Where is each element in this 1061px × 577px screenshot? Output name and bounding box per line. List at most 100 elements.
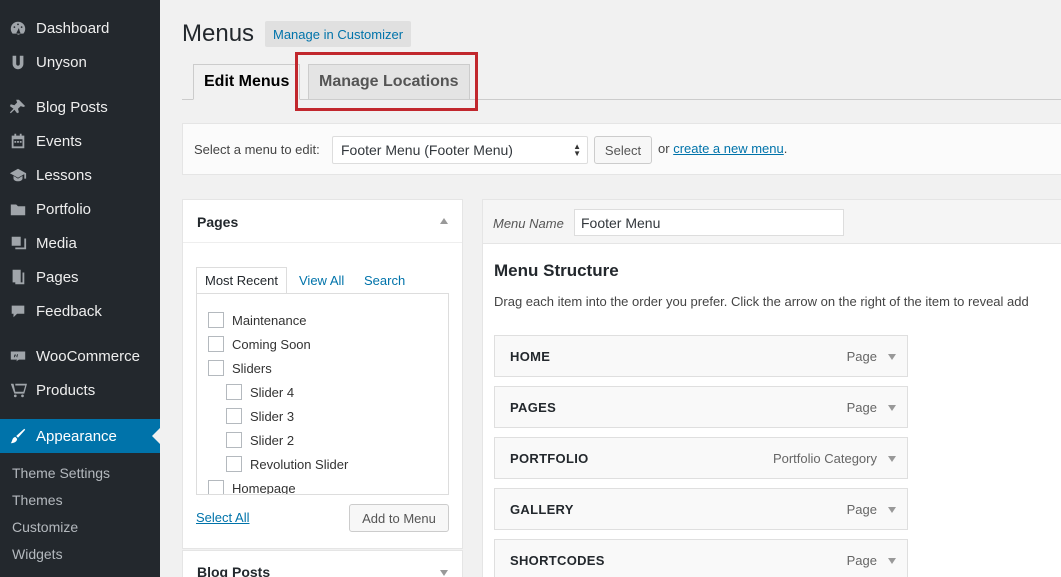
menu-item[interactable]: PORTFOLIO Portfolio Category [494, 437, 908, 479]
select-button[interactable]: Select [594, 136, 652, 164]
expand-arrow-icon[interactable] [888, 456, 896, 462]
list-item-label: Coming Soon [232, 336, 311, 352]
calendar-icon [0, 124, 36, 158]
select-all-link[interactable]: Select All [196, 510, 249, 525]
submenu-customize[interactable]: Customize [12, 519, 78, 535]
tab-most-recent[interactable]: Most Recent [196, 267, 287, 294]
menu-structure-description: Drag each item into the order you prefer… [494, 294, 1029, 309]
create-new-menu-link[interactable]: create a new menu [673, 141, 784, 156]
checkbox[interactable] [208, 360, 224, 376]
checkbox[interactable] [226, 408, 242, 424]
sidebar-item-label: Dashboard [36, 19, 110, 37]
tab-edit-menus[interactable]: Edit Menus [193, 64, 301, 100]
menu-item-title: SHORTCODES [510, 553, 605, 568]
manage-in-customizer-button[interactable]: Manage in Customizer [265, 21, 412, 47]
sidebar-item-label: Lessons [36, 166, 92, 184]
menu-item-type: Page [846, 553, 877, 568]
period: . [783, 141, 788, 156]
checkbox[interactable] [226, 456, 242, 472]
list-item[interactable]: Maintenance [208, 310, 306, 330]
submenu-widgets[interactable]: Widgets [12, 546, 63, 562]
list-item[interactable]: Slider 4 [226, 382, 294, 402]
media-icon [0, 226, 36, 260]
list-item[interactable]: Slider 3 [226, 406, 294, 426]
menu-structure-title: Menu Structure [494, 261, 619, 280]
menu-name-input[interactable]: Footer Menu [574, 209, 844, 236]
sidebar-item-pages[interactable]: Pages [0, 260, 160, 294]
sidebar-item-label: Feedback [36, 302, 102, 320]
sidebar-item-label: Blog Posts [36, 98, 108, 116]
checkbox[interactable] [208, 312, 224, 328]
pin-icon [0, 90, 36, 124]
sidebar-item-products[interactable]: Products [0, 373, 160, 407]
sidebar-item-woocommerce[interactable]: WooCommerce [0, 339, 160, 373]
list-item[interactable]: Homepage [208, 478, 296, 494]
select-menu-label: Select a menu to edit: [194, 142, 320, 157]
checkbox[interactable] [226, 384, 242, 400]
submenu-themes[interactable]: Themes [12, 492, 63, 508]
tab-view-all[interactable]: View All [299, 267, 344, 294]
cart-icon [0, 373, 36, 407]
paintbrush-icon [0, 419, 36, 453]
blog-posts-panel[interactable]: Blog Posts [182, 550, 463, 577]
expand-arrow-icon[interactable] [888, 405, 896, 411]
sidebar-item-feedback[interactable]: Feedback [0, 294, 160, 328]
menu-select-dropdown[interactable]: Footer Menu (Footer Menu) ▲ ▼ [332, 136, 588, 164]
list-item[interactable]: Revolution Slider [226, 454, 348, 474]
menu-item-title: PAGES [510, 400, 557, 415]
sidebar-item-lessons[interactable]: Lessons [0, 158, 160, 192]
updown-arrows-icon: ▲ ▼ [573, 142, 581, 158]
pages-panel-title[interactable]: Pages [197, 214, 238, 230]
sidebar-item-blog-posts[interactable]: Blog Posts [0, 90, 160, 124]
sidebar-item-unyson[interactable]: Unyson [0, 45, 160, 79]
checkbox[interactable] [208, 336, 224, 352]
sidebar-item-portfolio[interactable]: Portfolio [0, 192, 160, 226]
dashboard-icon [0, 11, 36, 45]
sidebar-item-label: Media [36, 234, 77, 252]
panel-divider [183, 242, 462, 243]
checkbox[interactable] [208, 480, 224, 494]
list-item-label: Sliders [232, 360, 272, 376]
menu-select-value: Footer Menu (Footer Menu) [341, 142, 513, 158]
tab-search[interactable]: Search [364, 267, 405, 294]
highlight-box [295, 52, 478, 111]
sidebar-item-dashboard[interactable]: Dashboard [0, 11, 160, 45]
add-to-menu-button[interactable]: Add to Menu [349, 504, 449, 532]
expand-arrow-icon[interactable] [888, 507, 896, 513]
menu-name-bar: Menu Name Footer Menu [483, 200, 1061, 244]
menu-select-bar: Select a menu to edit: Footer Menu (Foot… [182, 123, 1061, 175]
checkbox[interactable] [226, 432, 242, 448]
menu-structure-panel: Menu Name Footer Menu Menu Structure Dra… [482, 199, 1061, 577]
list-item[interactable]: Coming Soon [208, 334, 311, 354]
menu-item-type: Page [846, 349, 877, 364]
pages-panel: Pages Most Recent View All Search Mainte… [182, 199, 463, 549]
admin-sidebar: Dashboard Unyson Blog Posts Events Lesso… [0, 0, 160, 577]
pages-icon [0, 260, 36, 294]
folder-icon [0, 192, 36, 226]
menu-item-title: GALLERY [510, 502, 574, 517]
sidebar-item-label: WooCommerce [36, 347, 140, 365]
expand-arrow-icon[interactable] [440, 570, 448, 576]
expand-arrow-icon[interactable] [888, 354, 896, 360]
menu-item[interactable]: GALLERY Page [494, 488, 908, 530]
sidebar-item-events[interactable]: Events [0, 124, 160, 158]
menu-item[interactable]: SHORTCODES Page [494, 539, 908, 577]
menu-item-title: PORTFOLIO [510, 451, 589, 466]
sidebar-item-label: Pages [36, 268, 79, 286]
list-item[interactable]: Sliders [208, 358, 272, 378]
list-item-label: Slider 2 [250, 432, 295, 448]
expand-arrow-icon[interactable] [888, 558, 896, 564]
submenu-theme-settings[interactable]: Theme Settings [12, 465, 110, 481]
blog-posts-panel-title[interactable]: Blog Posts [197, 564, 270, 577]
collapse-arrow-icon[interactable] [440, 218, 448, 224]
sidebar-item-appearance[interactable]: Appearance [0, 419, 160, 453]
sidebar-item-label: Appearance [36, 427, 117, 445]
menu-item[interactable]: HOME Page [494, 335, 908, 377]
sidebar-item-media[interactable]: Media [0, 226, 160, 260]
menu-item[interactable]: PAGES Page [494, 386, 908, 428]
speech-bubble-icon [0, 294, 36, 328]
menu-item-title: HOME [510, 349, 551, 364]
list-item[interactable]: Slider 2 [226, 430, 294, 450]
graduation-cap-icon [0, 158, 36, 192]
sidebar-item-label: Portfolio [36, 200, 92, 218]
